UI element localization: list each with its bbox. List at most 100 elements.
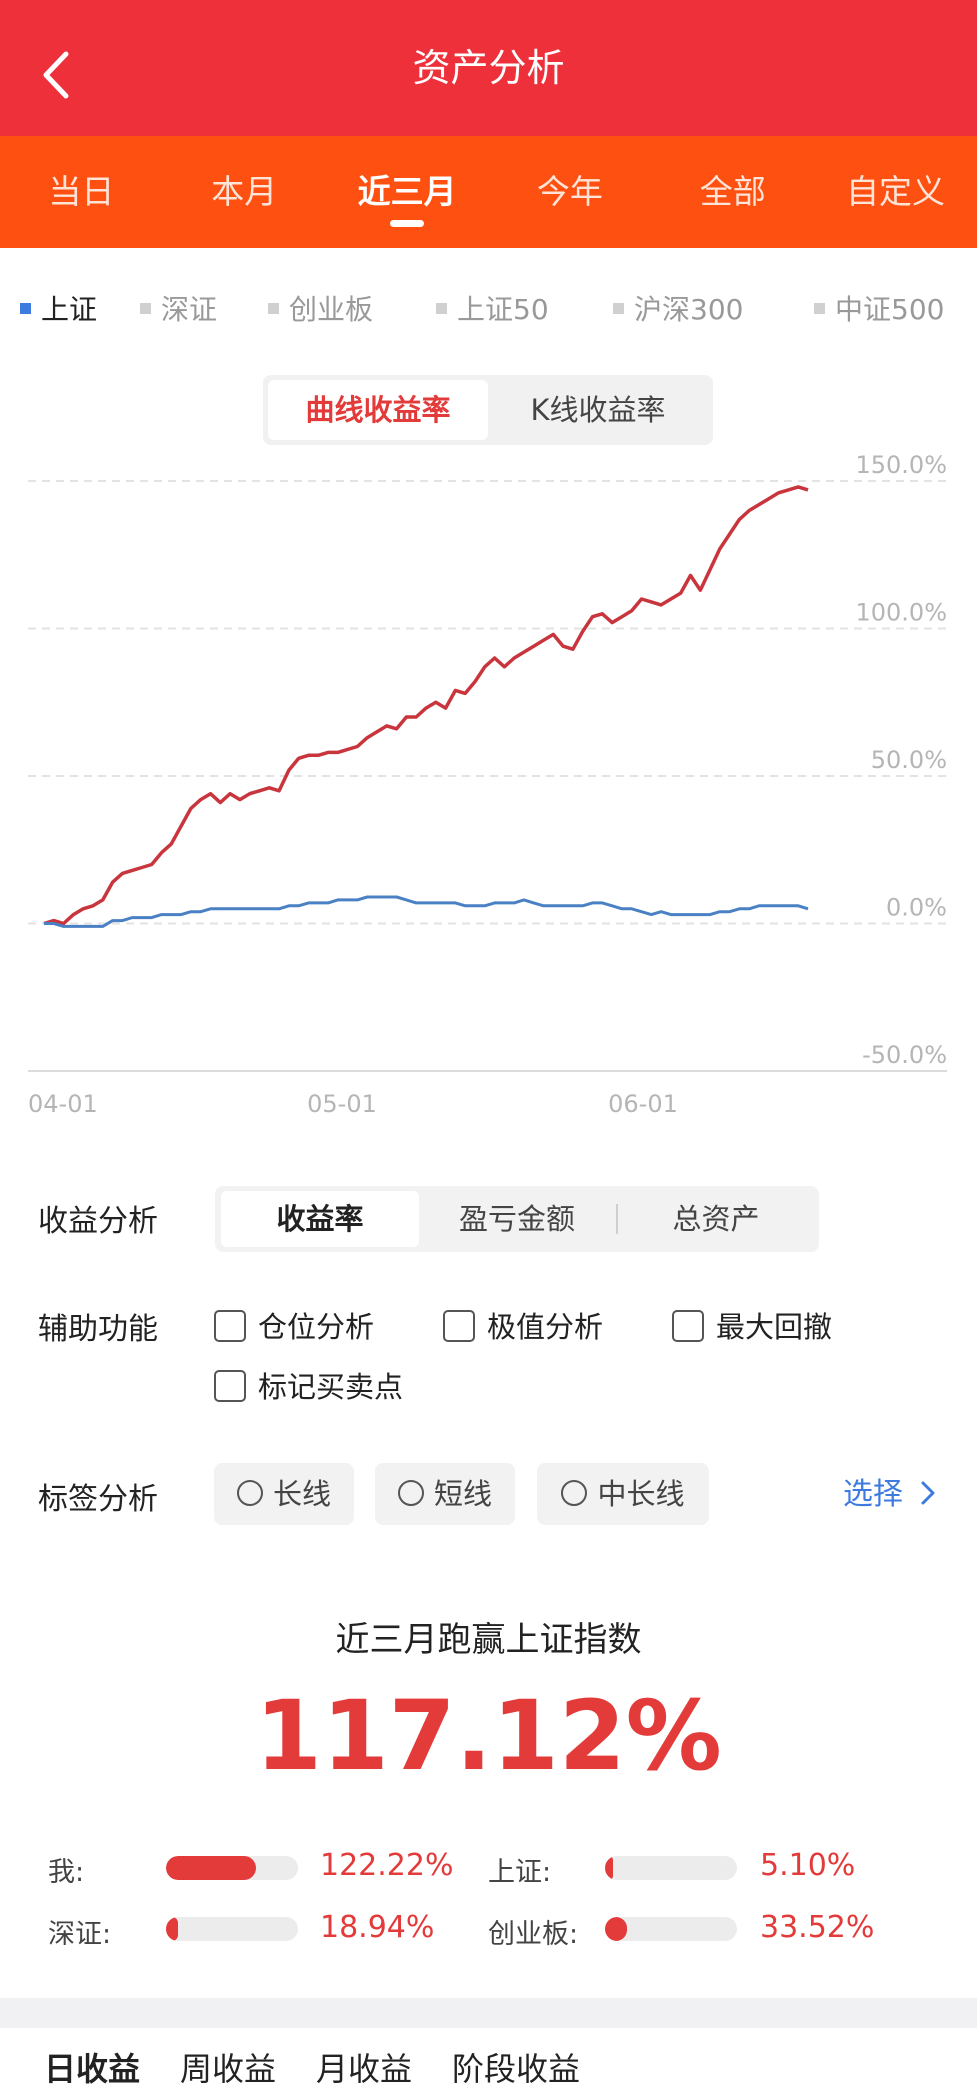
compare-bar-fill [166, 1917, 178, 1941]
index-chinext[interactable]: 创业板 [268, 285, 373, 335]
compare-label-chinext: 创业板: [488, 1919, 579, 1950]
return-rate-button[interactable]: 收益率 [221, 1191, 419, 1247]
tag-label: 短线 [433, 1477, 492, 1511]
tag-analysis-label: 标签分析 [38, 1482, 158, 1517]
tag-label: 中长线 [597, 1477, 685, 1511]
active-tab-indicator [390, 220, 425, 227]
index-return-line [44, 895, 809, 928]
index-sse50[interactable]: 上证50 [436, 285, 549, 335]
index-csi500[interactable]: 中证500 [814, 285, 944, 335]
bottom-tab-daily[interactable]: 日收益 [44, 2050, 140, 2088]
compare-label-me: 我: [48, 1857, 85, 1888]
section-divider [0, 1998, 977, 2028]
checkbox-icon [443, 1310, 475, 1342]
index-selector: 上证 深证 创业板 上证50 沪深300 中证500 [0, 285, 977, 335]
tab-all[interactable]: 全部 [651, 136, 814, 248]
profit-analysis-label: 收益分析 [38, 1204, 158, 1239]
x-tick-label: 06-01 [608, 1090, 678, 1118]
index-shanghai[interactable]: 上证 [20, 285, 97, 335]
checkbox-label: 最大回撤 [716, 1310, 833, 1344]
index-shenzhen[interactable]: 深证 [140, 285, 217, 335]
bottom-tab-monthly[interactable]: 月收益 [316, 2050, 412, 2088]
checkbox-icon [214, 1310, 246, 1342]
extreme-analysis-checkbox[interactable]: 极值分析 [443, 1304, 603, 1346]
radio-icon [397, 1480, 424, 1506]
tag-long-term[interactable]: 长线 [214, 1463, 354, 1525]
checkbox-icon [672, 1310, 704, 1342]
select-label: 选择 [843, 1477, 903, 1512]
y-tick-label: 150.0% [855, 451, 947, 479]
tab-month[interactable]: 本月 [163, 136, 326, 248]
bottom-tab-weekly[interactable]: 周收益 [180, 2050, 276, 2088]
profit-analysis-toggle: 收益率 盈亏金额 总资产 [215, 1186, 819, 1252]
portfolio-return-line [43, 485, 809, 926]
x-tick-label: 04-01 [28, 1090, 98, 1118]
tab-label: 近三月 [357, 172, 457, 211]
legend-marker-icon [436, 302, 447, 314]
position-analysis-checkbox[interactable]: 仓位分析 [214, 1304, 374, 1346]
y-tick-label: -50.0% [862, 1041, 947, 1069]
kline-return-button[interactable]: K线收益率 [488, 380, 708, 440]
compare-value-shanghai: 5.10% [760, 1848, 856, 1883]
y-tick-label: 0.0% [886, 894, 947, 922]
chart-mode-toggle: 曲线收益率 K线收益率 [263, 375, 713, 445]
chevron-right-icon [921, 1481, 935, 1504]
tab-three-months[interactable]: 近三月 [326, 136, 489, 248]
y-tick-label: 100.0% [855, 599, 947, 627]
index-label: 创业板 [289, 293, 374, 326]
summary-title: 近三月跑赢上证指数 [335, 1620, 642, 1660]
legend-marker-icon [20, 302, 31, 314]
checkbox-label: 标记买卖点 [258, 1370, 404, 1404]
legend-marker-icon [613, 302, 624, 314]
tab-label: 今年 [536, 172, 603, 211]
index-label: 深证 [161, 293, 218, 326]
compare-bar-chinext [605, 1917, 737, 1941]
index-csi300[interactable]: 沪深300 [613, 285, 743, 335]
tag-short-term[interactable]: 短线 [375, 1463, 515, 1525]
index-label: 上证 [41, 293, 98, 326]
compare-bar-fill [605, 1856, 613, 1880]
checkbox-label: 仓位分析 [258, 1310, 375, 1344]
checkbox-label: 极值分析 [487, 1310, 604, 1344]
checkbox-icon [214, 1370, 246, 1402]
profit-amount-button[interactable]: 盈亏金额 [419, 1191, 615, 1247]
tab-label: 自定义 [846, 172, 946, 211]
tab-label: 当日 [48, 172, 115, 211]
compare-value-chinext: 33.52% [760, 1910, 875, 1945]
tab-custom[interactable]: 自定义 [814, 136, 977, 248]
aux-function-label: 辅助功能 [38, 1312, 158, 1347]
compare-label-shenzhen: 深证: [48, 1919, 112, 1950]
legend-marker-icon [814, 302, 825, 314]
period-tabs: 当日 本月 近三月 今年 全部 自定义 [0, 136, 977, 248]
tab-label: 本月 [211, 172, 278, 211]
page-title: 资产分析 [412, 46, 565, 90]
radio-icon [236, 1480, 263, 1506]
tab-day[interactable]: 当日 [0, 136, 163, 248]
bottom-tab-stage[interactable]: 阶段收益 [452, 2050, 580, 2088]
compare-bar-shenzhen [166, 1917, 298, 1941]
outperformance-value: 117.12% [255, 1680, 722, 1792]
select-tags-button[interactable]: 选择 [843, 1470, 937, 1520]
compare-label-shanghai: 上证: [488, 1857, 552, 1888]
x-tick-label: 05-01 [307, 1090, 377, 1118]
index-label: 上证50 [457, 293, 549, 326]
compare-bar-me [166, 1856, 298, 1880]
radio-icon [561, 1480, 588, 1506]
compare-value-me: 122.22% [320, 1848, 454, 1883]
compare-bar-fill [166, 1856, 256, 1880]
compare-bar-fill [605, 1917, 628, 1941]
compare-value-shenzhen: 18.94% [320, 1910, 435, 1945]
tab-year[interactable]: 今年 [488, 136, 651, 248]
total-assets-button[interactable]: 总资产 [618, 1191, 814, 1247]
legend-marker-icon [268, 302, 279, 314]
return-chart[interactable]: 150.0% 100.0% 50.0% 0.0% -50.0% 04-01 05-01 06-… [0, 440, 977, 1140]
max-drawdown-checkbox[interactable]: 最大回撤 [672, 1304, 832, 1346]
index-label: 中证500 [835, 293, 945, 326]
tag-mid-long-term[interactable]: 中长线 [537, 1463, 709, 1525]
legend-marker-icon [140, 302, 151, 314]
tab-label: 全部 [699, 172, 766, 211]
trade-points-checkbox[interactable]: 标记买卖点 [214, 1364, 403, 1406]
index-label: 沪深300 [634, 293, 744, 326]
compare-bar-shanghai [605, 1856, 737, 1880]
curve-return-button[interactable]: 曲线收益率 [268, 380, 488, 440]
